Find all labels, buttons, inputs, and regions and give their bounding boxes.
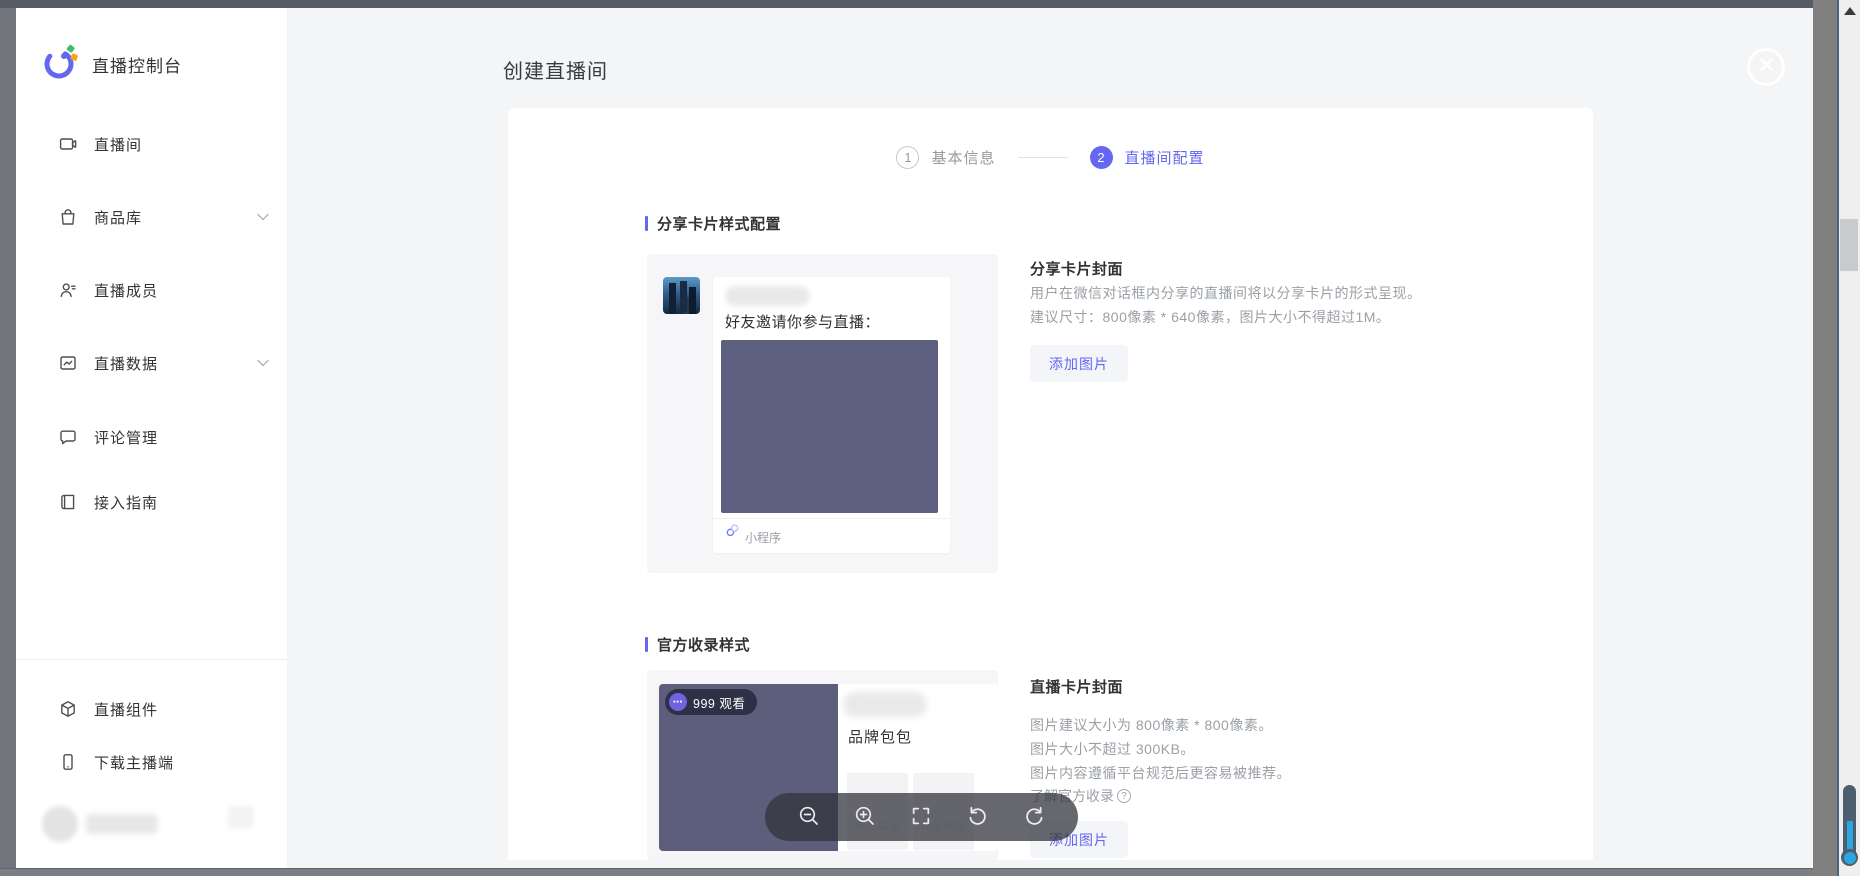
sidebar-divider bbox=[16, 659, 287, 660]
sidebar-redacted-badge bbox=[228, 806, 254, 828]
live-cover-desc-3: 图片内容遵循平台规范后更容易被推荐。 bbox=[1030, 763, 1291, 783]
image-viewer-toolbar bbox=[765, 793, 1078, 841]
section-title: 官方收录样式 bbox=[657, 634, 750, 655]
fullscreen-icon bbox=[910, 805, 932, 830]
main-area: 创建直播间 1 基本信息 2 直播间配置 分享卡片样式配置 bbox=[287, 8, 1813, 868]
sidebar-item-label: 直播间 bbox=[94, 134, 142, 155]
zoom-in-button[interactable] bbox=[852, 804, 878, 830]
shopping-bag-icon bbox=[58, 207, 78, 227]
viewers-badge: ⋯ 999 观看 bbox=[665, 689, 757, 715]
share-cover-title: 分享卡片封面 bbox=[1030, 258, 1123, 279]
zoom-out-icon bbox=[797, 804, 821, 831]
sidebar-item-label: 商品库 bbox=[94, 207, 142, 228]
mini-program-row: 小程序 bbox=[726, 524, 781, 546]
chevron-down-icon[interactable] bbox=[257, 208, 269, 226]
step-basic-info[interactable]: 1 基本信息 bbox=[896, 146, 995, 169]
share-cover-placeholder bbox=[721, 340, 938, 513]
share-cover-desc-2: 建议尺寸：800像素 * 640像素，图片大小不得超过1M。 bbox=[1030, 307, 1390, 327]
section-accent-bar bbox=[645, 637, 648, 652]
step-label: 基本信息 bbox=[931, 147, 995, 168]
os-scrollbar[interactable] bbox=[1839, 0, 1860, 876]
link-icon bbox=[726, 524, 739, 542]
sidebar-item-label: 直播数据 bbox=[94, 353, 158, 374]
step-number: 2 bbox=[1090, 146, 1113, 169]
rotate-right-icon bbox=[1022, 804, 1046, 831]
sidebar-item-download-anchor-app[interactable]: 下载主播端 bbox=[58, 750, 287, 774]
window-frame-right bbox=[1813, 0, 1837, 876]
fullscreen-button[interactable] bbox=[908, 804, 934, 830]
redacted-title bbox=[843, 692, 927, 717]
sidebar-item-label: 评论管理 bbox=[94, 427, 158, 448]
step-number: 1 bbox=[896, 146, 919, 169]
cube-icon bbox=[58, 699, 78, 719]
sidebar-item-live-data[interactable]: 直播数据 bbox=[58, 351, 287, 375]
rotate-left-button[interactable] bbox=[965, 804, 991, 830]
sidebar-item-label: 直播成员 bbox=[94, 280, 158, 301]
sidebar-item-label: 下载主播端 bbox=[94, 752, 174, 773]
sidebar-item-label: 直播组件 bbox=[94, 699, 158, 720]
mini-program-label: 小程序 bbox=[745, 529, 781, 546]
chat-avatar-image bbox=[663, 277, 700, 314]
close-icon bbox=[1759, 57, 1774, 77]
sidebar-item-integration-guide[interactable]: 接入指南 bbox=[58, 490, 287, 514]
app-logo-row: 直播控制台 bbox=[42, 44, 182, 85]
official-listing-section-heading: 官方收录样式 bbox=[645, 636, 750, 652]
step-room-config[interactable]: 2 直播间配置 bbox=[1090, 146, 1205, 169]
app-title: 直播控制台 bbox=[92, 52, 182, 77]
rotate-right-button[interactable] bbox=[1021, 804, 1047, 830]
thermometer-bulb bbox=[1841, 849, 1858, 866]
account-name-redacted bbox=[86, 814, 158, 834]
page-title: 创建直播间 bbox=[503, 55, 608, 84]
wizard-stepper: 1 基本信息 2 直播间配置 bbox=[508, 145, 1593, 169]
avatar bbox=[42, 806, 78, 842]
add-share-image-button[interactable]: 添加图片 bbox=[1030, 345, 1128, 382]
create-live-room-panel: 1 基本信息 2 直播间配置 分享卡片样式配置 好友邀请你参与直播： bbox=[508, 108, 1593, 860]
guide-book-icon bbox=[58, 492, 78, 512]
sidebar-item-product-library[interactable]: 商品库 bbox=[58, 205, 287, 229]
live-cover-title: 直播卡片封面 bbox=[1030, 676, 1123, 697]
more-dots-icon: ⋯ bbox=[669, 693, 687, 711]
close-button[interactable] bbox=[1747, 48, 1785, 86]
redacted-nickname bbox=[725, 286, 810, 306]
scrollbar-thumb[interactable] bbox=[1840, 219, 1858, 271]
window-frame-top bbox=[0, 0, 1839, 8]
sidebar: 直播控制台 直播间 商品库 直 bbox=[16, 8, 287, 868]
invite-text: 好友邀请你参与直播： bbox=[725, 311, 880, 332]
step-label: 直播间配置 bbox=[1125, 147, 1205, 168]
card-divider bbox=[713, 518, 950, 519]
sidebar-item-live-members[interactable]: 直播成员 bbox=[58, 278, 287, 302]
window-frame-bottom bbox=[0, 868, 1813, 876]
sidebar-item-label: 接入指南 bbox=[94, 492, 158, 513]
section-title: 分享卡片样式配置 bbox=[657, 213, 781, 234]
sidebar-item-live-room[interactable]: 直播间 bbox=[58, 132, 287, 156]
sidebar-item-live-components[interactable]: 直播组件 bbox=[58, 697, 287, 721]
share-card-preview-panel: 好友邀请你参与直播： 小程序 bbox=[647, 254, 998, 573]
scroll-up-arrow-icon[interactable] bbox=[1844, 7, 1856, 15]
stepper-connector bbox=[1018, 157, 1068, 158]
live-cover-desc-2: 图片大小不超过 300KB。 bbox=[1030, 739, 1195, 759]
phone-icon bbox=[58, 752, 78, 772]
comment-icon bbox=[58, 427, 78, 447]
window-frame-left bbox=[0, 8, 16, 876]
listing-card-title: 品牌包包 bbox=[848, 726, 912, 747]
app-logo-icon bbox=[42, 44, 78, 85]
data-chart-icon bbox=[58, 353, 78, 373]
sidebar-item-comment-management[interactable]: 评论管理 bbox=[58, 425, 287, 449]
viewers-count: 999 观看 bbox=[693, 693, 745, 712]
live-cover-desc-1: 图片建议大小为 800像素 * 800像素。 bbox=[1030, 715, 1273, 735]
video-camera-icon bbox=[58, 134, 78, 154]
members-icon bbox=[58, 280, 78, 300]
rotate-left-icon bbox=[966, 804, 990, 831]
thermometer-icon bbox=[1841, 785, 1858, 873]
zoom-in-icon bbox=[853, 804, 877, 831]
zoom-out-button[interactable] bbox=[796, 804, 822, 830]
share-card-preview: 好友邀请你参与直播： 小程序 bbox=[713, 277, 950, 553]
share-card-section-heading: 分享卡片样式配置 bbox=[645, 215, 781, 231]
chevron-down-icon[interactable] bbox=[257, 354, 269, 372]
section-accent-bar bbox=[645, 216, 648, 231]
share-cover-desc-1: 用户在微信对话框内分享的直播间将以分享卡片的形式呈现。 bbox=[1030, 283, 1422, 303]
question-circle-icon: ? bbox=[1117, 789, 1131, 803]
